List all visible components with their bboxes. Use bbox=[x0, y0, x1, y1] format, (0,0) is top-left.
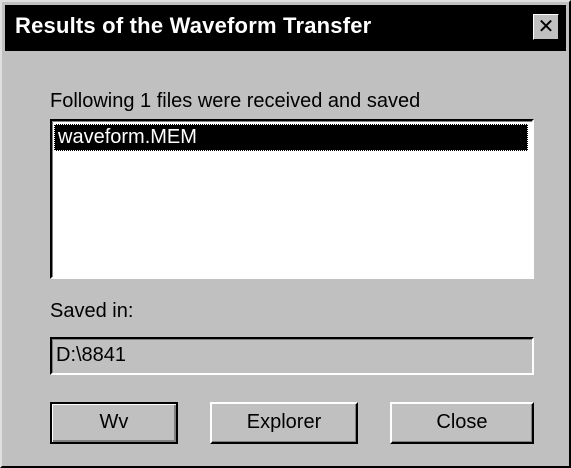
saved-in-label: Saved in: bbox=[50, 300, 134, 322]
explorer-button[interactable]: Explorer bbox=[210, 402, 358, 444]
wv-button[interactable]: Wv bbox=[50, 402, 178, 444]
waveform-transfer-dialog: Results of the Waveform Transfer ✕ Follo… bbox=[0, 0, 571, 468]
close-button[interactable]: Close bbox=[390, 402, 534, 444]
received-files-list[interactable]: waveform.MEM bbox=[50, 119, 534, 279]
title-bar[interactable]: Results of the Waveform Transfer ✕ bbox=[5, 5, 566, 51]
saved-path-field[interactable]: D:\8841 bbox=[50, 337, 534, 375]
files-received-label: Following 1 files were received and save… bbox=[50, 90, 421, 112]
list-item[interactable]: waveform.MEM bbox=[54, 124, 528, 151]
close-icon[interactable]: ✕ bbox=[533, 14, 559, 40]
dialog-title: Results of the Waveform Transfer bbox=[15, 13, 372, 38]
